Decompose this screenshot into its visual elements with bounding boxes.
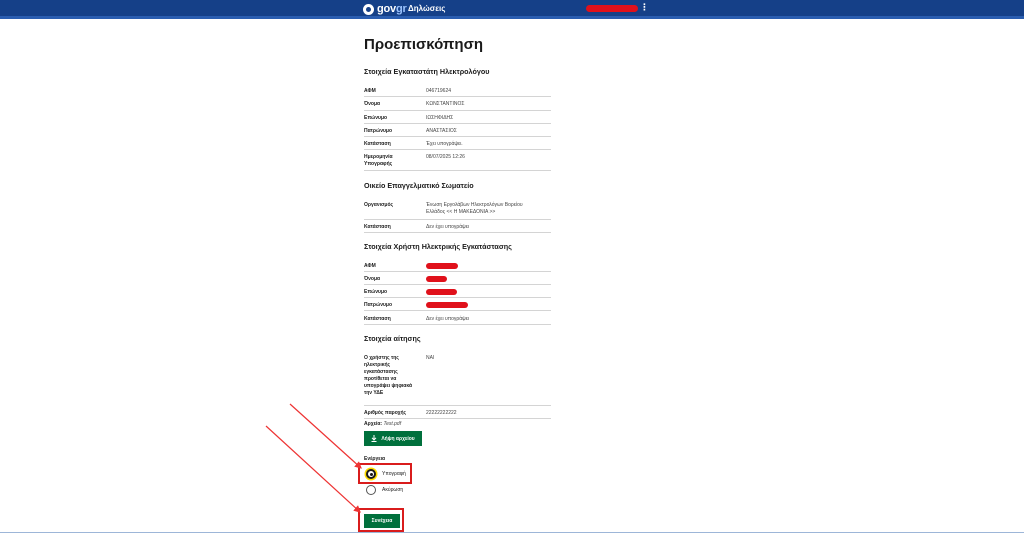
radio-label-cancel: Ακύρωση xyxy=(382,487,404,493)
table-row: Όνομα ΚΩΝΣΤΑΝΤΙΝΟΣ xyxy=(364,98,551,111)
table-row: Ημερομηνία Υπογραφής 08/07/2025 12:26 xyxy=(364,151,551,171)
table-row: Επώνυμο ΙΩΣΗΦΙΔΗΣ xyxy=(364,112,551,124)
row-value: ΙΩΣΗΦΙΔΗΣ xyxy=(426,115,454,121)
row-value: ΚΩΝΣΤΑΝΤΙΝΟΣ xyxy=(426,101,465,107)
file-name[interactable]: Test.pdf xyxy=(383,421,401,427)
download-button-label: Λήψη αρχείου xyxy=(381,435,415,442)
top-header-bar: govgr Δηλώσεις ⋮ xyxy=(0,0,1024,19)
row-key: ΑΦΜ xyxy=(364,88,376,94)
table-row: ΑΦΜ xyxy=(364,260,551,272)
row-key: Ο χρήστης της ηλεκτρικής εγκατάστασης πρ… xyxy=(364,355,413,396)
row-value: 22222222222 xyxy=(426,410,457,416)
table-row: Ο χρήστης της ηλεκτρικής εγκατάστασης πρ… xyxy=(364,353,551,406)
row-key: Όνομα xyxy=(364,101,381,107)
row-value: 046719624 xyxy=(426,88,452,94)
radio-cancel[interactable]: Ακύρωση xyxy=(366,485,403,495)
table-row: Πατρώνυμο ΑΝΑΣΤΑΣΙΟΣ xyxy=(364,125,551,137)
row-value: Έχει υπογράψει. xyxy=(426,141,463,147)
row-key: Κατάσταση xyxy=(364,224,391,230)
files-line: Αρχεία: Test.pdf xyxy=(364,421,401,427)
section-title-installer: Στοιχεία Εγκαταστάτη Ηλεκτρολόγου xyxy=(364,67,490,76)
table-row: Όνομα xyxy=(364,273,551,285)
row-value: Δεν έχει υπογράψει xyxy=(426,316,470,322)
page-title: Προεπισκόπηση xyxy=(364,36,483,53)
download-icon xyxy=(371,435,377,442)
section-title-application: Στοιχεία αίτησης xyxy=(364,334,421,343)
table-row: Κατάσταση Έχει υπογράψει. xyxy=(364,138,551,150)
redacted-value xyxy=(426,263,458,269)
table-row: Κατάσταση Δεν έχει υπογράψει xyxy=(364,312,551,325)
redacted-value xyxy=(426,276,447,282)
files-label: Αρχεία: xyxy=(364,421,383,427)
row-value: 08/07/2025 12:26 xyxy=(426,154,465,160)
logo-text-gr: gr xyxy=(395,3,407,15)
download-file-button[interactable]: Λήψη αρχείου xyxy=(364,431,422,446)
annotation-highlight-continue xyxy=(358,508,404,532)
annotation-highlight-sign xyxy=(358,463,412,484)
row-value: ΝΑΙ xyxy=(426,355,435,361)
table-row: ΑΦΜ 046719624 xyxy=(364,86,551,97)
govgr-logo-icon xyxy=(363,3,374,15)
row-key: Κατάσταση xyxy=(364,141,391,147)
row-key: Κατάσταση xyxy=(364,316,391,322)
govgr-logo[interactable]: govgr xyxy=(363,2,407,16)
row-value: Ένωση Εργολάβων Ηλεκτρολόγων Βορείου Ελλ… xyxy=(426,202,523,215)
row-key: Επώνυμο xyxy=(364,115,388,121)
row-key: Πατρώνυμο xyxy=(364,128,393,134)
row-key: ΑΦΜ xyxy=(364,263,376,269)
redacted-value xyxy=(426,289,457,295)
row-key: Επώνυμο xyxy=(364,289,388,295)
row-key: Πατρώνυμο xyxy=(364,302,393,308)
row-value: Δεν έχει υπογράψει xyxy=(426,224,470,230)
table-row: Αριθμός παροχής 22222222222 xyxy=(364,407,551,419)
section-title-user: Στοιχεία Χρήστη Ηλεκτρικής Εγκατάστασης xyxy=(364,242,512,251)
row-key: Ημερομηνία Υπογραφής xyxy=(364,154,393,167)
redacted-user-name xyxy=(586,5,638,12)
row-value: ΑΝΑΣΤΑΣΙΟΣ xyxy=(426,128,457,134)
section-title-association: Οικείο Επαγγελματικό Σωματείο xyxy=(364,181,474,190)
action-label: Ενέργεια xyxy=(364,456,386,462)
row-key: Οργανισμός xyxy=(364,202,394,208)
table-row: Κατάσταση Δεν έχει υπογράψει xyxy=(364,221,551,233)
kebab-menu-icon[interactable]: ⋮ xyxy=(640,3,649,12)
table-row: Επώνυμο xyxy=(364,286,551,298)
bottom-divider xyxy=(0,532,1024,533)
logo-text-gov: gov xyxy=(377,3,396,15)
service-name[interactable]: Δηλώσεις xyxy=(408,4,445,13)
radio-circle-unchecked[interactable] xyxy=(366,485,376,495)
redacted-value xyxy=(426,302,468,308)
row-key: Αριθμός παροχής xyxy=(364,410,407,416)
row-key: Όνομα xyxy=(364,276,381,282)
table-row: Πατρώνυμο xyxy=(364,299,551,311)
table-row: Οργανισμός Ένωση Εργολάβων Ηλεκτρολόγων … xyxy=(364,199,551,220)
